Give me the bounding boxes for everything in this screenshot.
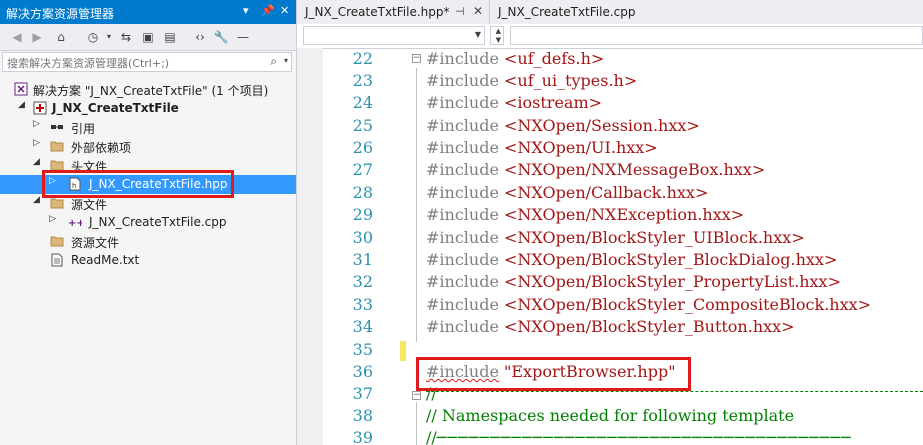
expanded-arrow-icon[interactable]: ◢ (33, 157, 40, 167)
solution-explorer-panel: 解决方案资源管理器 ▾ 📌 ✕ ◀ ▶ ⌂ ◷ ▾ ⇆ ▣ ▤ ‹› 🔧 — ⌕… (0, 0, 297, 445)
tree-node-label: ReadMe.txt (71, 253, 140, 267)
svg-text:++: ++ (68, 218, 82, 229)
navigation-bar: ▼ ▲ ▼ (297, 24, 923, 49)
tree-node-cpp-file[interactable]: ▷ ++ J_NX_CreateTxtFile.cpp (0, 213, 296, 232)
tree-node-external-deps[interactable]: ▷ 外部依赖项 (0, 137, 296, 156)
chevron-down-icon: ▼ (474, 30, 481, 39)
tab-close-icon[interactable]: ✕ (473, 4, 483, 18)
tab-cpp-file[interactable]: J_NX_CreateTxtFile.cpp (490, 0, 670, 24)
code-line: 28 #include <NXOpen/Callback.hxx> (352, 183, 709, 202)
text-file-icon (51, 253, 63, 267)
code-line: 39//────────────────────────────────────… (352, 428, 852, 445)
folder-icon (50, 141, 64, 152)
tree-node-solution[interactable]: 解决方案 "J_NX_CreateTxtFile" (1 个项目) (0, 80, 296, 99)
view-code-icon[interactable]: ‹› (191, 28, 209, 46)
chevron-up-icon: ▲ (495, 27, 501, 35)
tree-node-label: 资源文件 (71, 236, 120, 250)
code-line: 22 #include <uf_defs.h> (352, 49, 605, 68)
search-icon[interactable]: ⌕ (270, 54, 277, 69)
collapsed-arrow-icon[interactable]: ▷ (33, 119, 40, 129)
code-line: 26 #include <NXOpen/UI.hxx> (352, 138, 658, 157)
code-line: 38// Namespaces needed for following tem… (352, 406, 795, 425)
home-icon[interactable]: ⌂ (52, 28, 70, 46)
highlight-box (416, 357, 691, 391)
scope-dropdown[interactable]: ▼ (303, 26, 485, 45)
expanded-arrow-icon[interactable]: ◢ (33, 195, 40, 205)
code-line: 25 #include <NXOpen/Session.hxx> (352, 116, 700, 135)
tab-label: J_NX_CreateTxtFile.cpp (498, 5, 636, 19)
highlight-box (42, 170, 234, 198)
project-icon (33, 101, 47, 115)
code-line: 27 #include <NXOpen/NXMessageBox.hxx> (352, 160, 766, 179)
folder-icon (50, 236, 64, 247)
tree-node-references[interactable]: ▷ 引用 (0, 118, 296, 137)
code-line: 33 #include <NXOpen/BlockStyler_Composite… (352, 295, 872, 314)
tree-node-label: 外部依赖项 (71, 141, 132, 155)
tree-node-readme[interactable]: ReadMe.txt (0, 251, 296, 270)
code-line: 31 #include <NXOpen/BlockStyler_BlockDial… (352, 250, 838, 269)
code-line: 32 #include <NXOpen/BlockStyler_PropertyL… (352, 272, 841, 291)
code-line: 30 #include <NXOpen/BlockStyler_UIBlock.h… (352, 228, 805, 247)
tree-node-project[interactable]: ◢ J_NX_CreateTxtFile (0, 99, 296, 118)
tree-node-label: 解决方案 "J_NX_CreateTxtFile" (1 个项目) (33, 84, 269, 98)
editor-margin (297, 48, 323, 445)
expanded-arrow-icon[interactable]: ◢ (18, 100, 25, 110)
search-box[interactable]: ⌕ ▾ (2, 52, 292, 72)
properties-wrench-icon[interactable]: 🔧 (212, 28, 230, 46)
chevron-down-icon: ▼ (495, 36, 501, 44)
references-icon (51, 125, 63, 129)
tab-pin-icon[interactable]: ⊣ (455, 5, 465, 18)
code-editor[interactable]: − − 22 #include <uf_defs.h> 23 #include <u… (323, 48, 923, 445)
panel-title: 解决方案资源管理器 (6, 7, 115, 21)
cpp-file-icon: ++ (68, 218, 82, 229)
tree-node-label: J_NX_CreateTxtFile (52, 101, 179, 115)
tree-node-resource-files[interactable]: 资源文件 (0, 232, 296, 251)
tree-node-label: 源文件 (71, 198, 108, 212)
search-input[interactable] (5, 54, 273, 72)
collapsed-arrow-icon[interactable]: ▷ (33, 138, 40, 148)
code-line: 29 #include <NXOpen/NXException.hxx> (352, 205, 745, 224)
collapsed-arrow-icon[interactable]: ▷ (49, 214, 56, 224)
pin-icon[interactable]: 📌 (261, 4, 275, 17)
solution-explorer-toolbar: ◀ ▶ ⌂ ◷ ▾ ⇆ ▣ ▤ ‹› 🔧 — (0, 24, 296, 51)
solution-icon (14, 82, 28, 96)
code-line: 24 #include <iostream> (352, 93, 603, 112)
forward-icon[interactable]: ▶ (28, 28, 46, 46)
sync-icon[interactable]: ⇆ (117, 28, 135, 46)
solution-explorer-title-bar: 解决方案资源管理器 ▾ 📌 ✕ (0, 0, 296, 24)
history-dropdown-icon[interactable]: ▾ (100, 28, 118, 46)
document-tabs: J_NX_CreateTxtFile.hpp* ⊣ ✕ J_NX_CreateT… (297, 0, 923, 24)
member-dropdown[interactable] (510, 26, 923, 45)
preview-icon[interactable]: — (234, 28, 252, 46)
window-position-dropdown-icon[interactable]: ▾ (243, 4, 249, 17)
split-toggle[interactable]: ▲ ▼ (490, 26, 504, 45)
tab-hpp-file[interactable]: J_NX_CreateTxtFile.hpp* ⊣ ✕ (297, 0, 490, 24)
tab-label: J_NX_CreateTxtFile.hpp* (305, 5, 450, 19)
search-options-dropdown-icon[interactable]: ▾ (284, 56, 288, 65)
tree-node-label: J_NX_CreateTxtFile.cpp (89, 215, 227, 229)
show-all-files-icon[interactable]: ▤ (161, 28, 179, 46)
folder-icon (50, 198, 64, 209)
back-icon[interactable]: ◀ (8, 28, 26, 46)
close-icon[interactable]: ✕ (280, 4, 289, 17)
code-line: 34 #include <NXOpen/BlockStyler_Button.hx… (352, 317, 795, 336)
code-line: 23 #include <uf_ui_types.h> (352, 71, 638, 90)
tree-node-label: 引用 (71, 122, 96, 136)
collapse-all-icon[interactable]: ▣ (139, 28, 157, 46)
